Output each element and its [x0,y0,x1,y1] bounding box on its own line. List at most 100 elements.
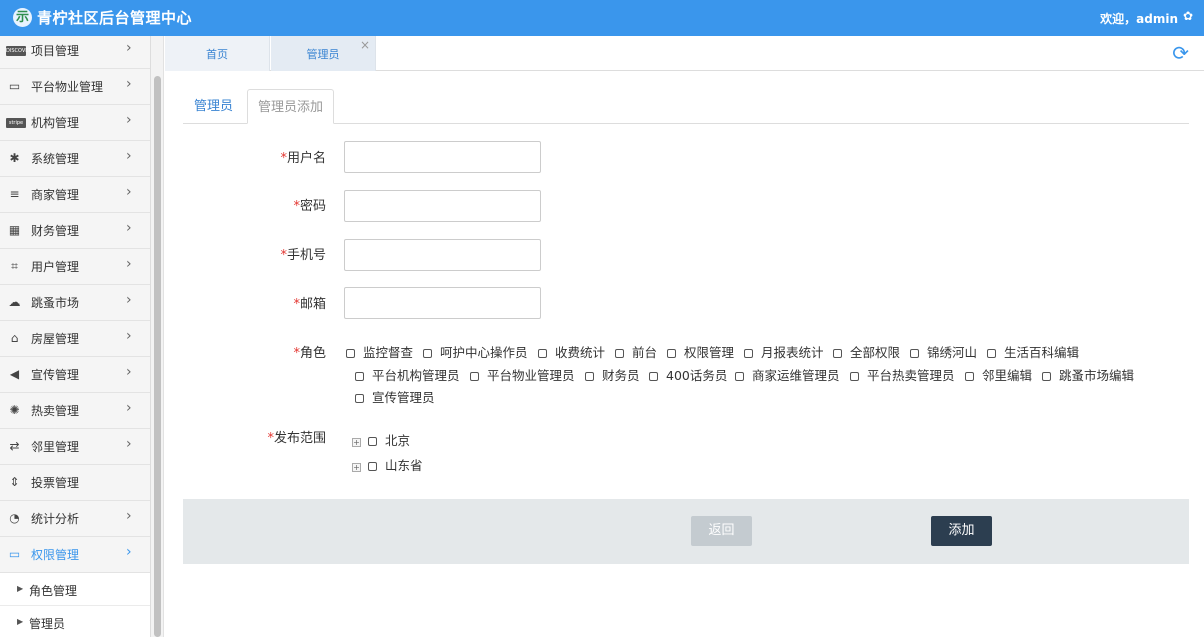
desktop-icon: ▭ [8,547,21,561]
username-label: *用户名 [280,151,326,166]
checkbox-icon [850,372,859,381]
role-checkbox[interactable]: 商家运维管理员 [735,365,840,384]
monitor-icon: ▭ [8,79,21,93]
logo-icon: 示 [13,8,32,27]
sidebar-item-fleamarket[interactable]: ☁ 跳蚤市场 › [0,285,150,321]
sidebar-item-label: 项目管理 [31,44,80,58]
role-checkbox[interactable]: 锦绣河山 [910,342,977,361]
checkbox-icon [744,349,753,358]
chevron-right-icon: › [126,220,132,236]
chevron-right-icon: › [126,256,132,272]
password-label: *密码 [293,199,326,214]
subtab-admin-add[interactable]: 管理员添加 [247,89,335,124]
calculator-icon: ▦ [8,223,21,237]
role-label: *角色 [293,346,326,361]
role-checkbox[interactable]: 平台热卖管理员 [850,365,955,384]
tab-home[interactable]: 首页 [165,36,270,71]
bank-icon: ⌂ [10,331,19,345]
sidebar-item-projects[interactable]: DISCOVER 项目管理 › [0,36,150,69]
role-checkbox[interactable]: 收费统计 [538,342,605,361]
email-input[interactable] [344,287,541,319]
sidebar-item-merchant[interactable]: ≡ 商家管理 › [0,177,150,213]
role-checkbox[interactable]: 400话务员 [649,365,727,384]
sidebar: DISCOVER 项目管理 › ▭ 平台物业管理 › stripe 机构管理 ›… [0,36,151,637]
sidebar-item-label: 宣传管理 [31,368,80,382]
checkbox-icon [1042,372,1051,381]
sidebar-item-permissions[interactable]: ▭ 权限管理 › [0,537,150,573]
close-tab-icon[interactable]: × [360,27,370,64]
sidebar-item-label: 财务管理 [31,224,80,238]
role-checkbox[interactable]: 呵护中心操作员 [423,342,528,361]
role-checkbox[interactable]: 前台 [615,342,657,361]
role-checkbox[interactable]: 月报表统计 [744,342,824,361]
checkbox-icon [355,372,364,381]
sun-icon: ✺ [9,403,20,417]
chevron-right-icon: › [126,364,132,380]
sidebar-item-finance[interactable]: ▦ 财务管理 › [0,213,150,249]
tree-node-label: 山东省 [385,458,423,473]
checkbox-icon [615,349,624,358]
role-checkbox[interactable]: 平台机构管理员 [355,365,460,384]
sidebar-subitem-admins[interactable]: ▶ 管理员 [0,606,150,637]
back-button[interactable]: 返回 [691,516,752,546]
yelp-icon: ✱ [9,151,20,165]
sidebar-item-label: 热卖管理 [31,404,80,418]
scope-tree-node[interactable]: + 山东省 [352,455,423,474]
password-input[interactable] [344,190,541,222]
crop-icon: ⌗ [11,259,18,273]
role-checkbox[interactable]: 生活百科编辑 [987,342,1079,361]
chevron-right-icon: › [126,292,132,308]
tab-label: 管理员 [306,48,340,61]
checkbox-icon[interactable] [368,437,377,446]
sidebar-item-housing[interactable]: ⌂ 房屋管理 › [0,321,150,357]
content-tabs: 管理员 管理员添加 [183,89,1189,124]
add-button[interactable]: 添加 [931,516,992,546]
sidebar-item-system[interactable]: ✱ 系统管理 › [0,141,150,177]
sidebar-item-voting[interactable]: ⇕ 投票管理 [0,465,150,501]
sidebar-item-users[interactable]: ⌗ 用户管理 › [0,249,150,285]
expand-plus-icon[interactable]: + [352,438,361,447]
chevron-right-icon: › [126,400,132,416]
role-checkbox[interactable]: 邻里编辑 [965,365,1032,384]
form-action-bar: 返回 添加 [183,499,1189,564]
chevron-right-icon: › [126,508,132,524]
username-input[interactable] [344,141,541,173]
role-checkbox[interactable]: 权限管理 [667,342,734,361]
sidebar-item-label: 权限管理 [31,548,80,562]
tab-label: 首页 [206,48,228,61]
phone-input[interactable] [344,239,541,271]
sidebar-subitem-roles[interactable]: ▶ 角色管理 [0,573,150,606]
sidebar-item-stats[interactable]: ◔ 统计分析 › [0,501,150,537]
scope-tree-node[interactable]: + 北京 [352,430,410,449]
sort-icon: ⇕ [9,475,20,489]
role-checkbox[interactable]: 宣传管理员 [355,387,435,406]
refresh-icon[interactable]: ⟳ [1172,41,1189,65]
sidebar-item-neighbor[interactable]: ⇄ 邻里管理 › [0,429,150,465]
checkbox-icon [735,372,744,381]
sidebar-item-label: 机构管理 [31,116,80,130]
role-checkbox[interactable]: 监控督查 [346,342,413,361]
scope-label: *发布范围 [267,431,326,446]
role-checkbox[interactable]: 财务员 [585,365,640,384]
role-checkbox[interactable]: 全部权限 [833,342,900,361]
chevron-right-icon: › [126,40,132,56]
settings-gear-icon[interactable]: ✿ [1183,9,1193,23]
sidebar-item-publicity[interactable]: ◀ 宣传管理 › [0,357,150,393]
subtab-admin-list[interactable]: 管理员 [184,89,243,124]
sidebar-item-label: 用户管理 [31,260,80,274]
sidebar-item-org[interactable]: stripe 机构管理 › [0,105,150,141]
sidebar-item-label: 平台物业管理 [31,80,104,94]
sidebar-scrollbar-thumb[interactable] [154,76,161,637]
sidebar-item-hotsale[interactable]: ✺ 热卖管理 › [0,393,150,429]
role-checkbox[interactable]: 平台物业管理员 [470,365,575,384]
expand-plus-icon[interactable]: + [352,463,361,472]
checkbox-icon[interactable] [368,462,377,471]
checkbox-icon [538,349,547,358]
retweet-icon: ⇄ [9,439,20,453]
tab-admin[interactable]: 管理员 × [271,36,376,71]
role-checkbox[interactable]: 跳蚤市场编辑 [1042,365,1134,384]
tab-bar: 首页 管理员 × ⟳ [165,36,1204,71]
sidebar-item-property[interactable]: ▭ 平台物业管理 › [0,69,150,105]
sidebar-subitem-label: 角色管理 [29,584,78,598]
welcome-user[interactable]: 欢迎，admin [1100,10,1178,27]
